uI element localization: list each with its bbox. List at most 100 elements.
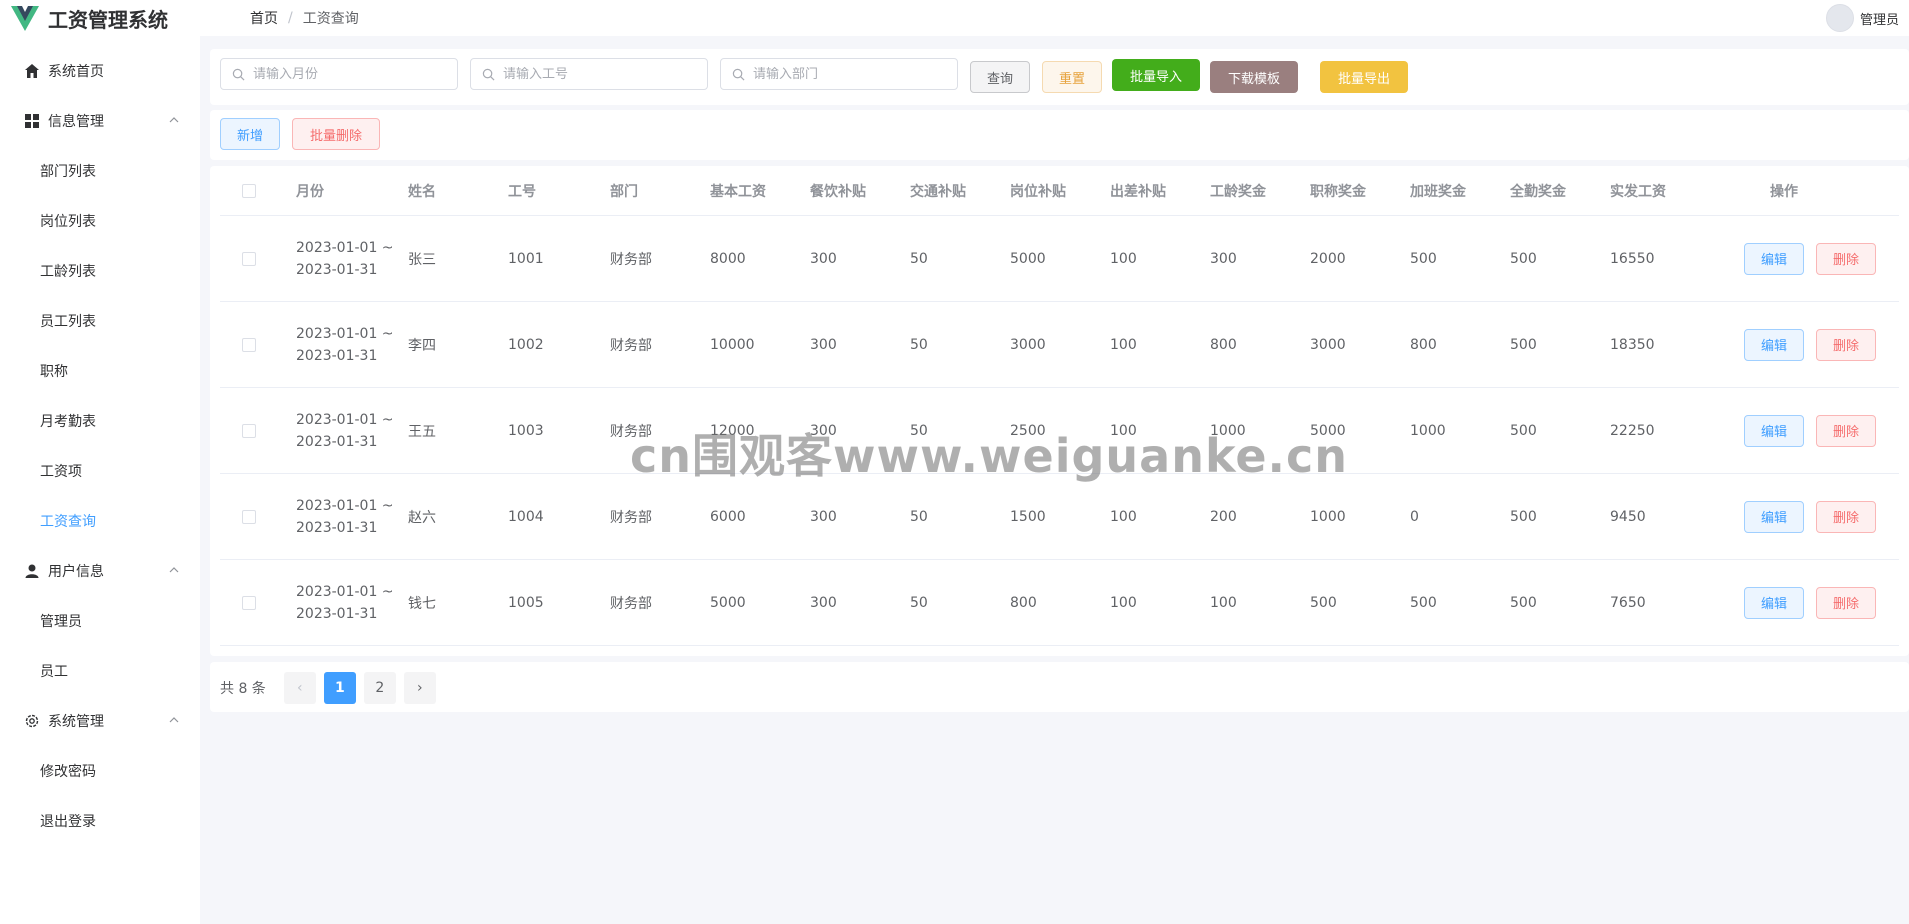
top-header: 工资管理系统 首页 / 工资查询 管理员 [0,0,1909,36]
cell-name: 张三 [408,251,436,268]
sidebar-item-salary-items[interactable]: 工资项 [0,446,200,496]
sidebar-item-logout[interactable]: 退出登录 [0,796,200,846]
edit-button[interactable]: 编辑 [1744,328,1804,361]
row-checkbox[interactable] [242,509,256,524]
cell-month: 2023-01-01 ~ 2023-01-31 [296,497,394,536]
sidebar-item-change-password[interactable]: 修改密码 [0,746,200,796]
row-checkbox-cell[interactable] [242,560,256,645]
cell-dept: 财务部 [610,337,652,354]
delete-button[interactable]: 删除 [1816,586,1876,619]
cell-trip-allowance: 100 [1110,422,1137,439]
sidebar-item-employee-list[interactable]: 员工列表 [0,296,200,346]
sidebar-item-seniority-list[interactable]: 工龄列表 [0,246,200,296]
table-row: 2023-01-01 ~ 2023-01-31 张三 1001 财务部 8000 300 5… [220,216,1899,302]
row-checkbox[interactable] [242,251,256,266]
cell-seniority-bonus: 300 [1210,250,1237,267]
sidebar-item-staff[interactable]: 员工 [0,646,200,696]
cell-post-allowance: 1500 [1010,508,1046,525]
empno-search-field[interactable] [470,58,708,90]
delete-button[interactable]: 删除 [1816,500,1876,533]
cell-traffic-allowance: 50 [910,336,928,353]
sidebar-item-dept-list[interactable]: 部门列表 [0,146,200,196]
header-dept: 部门 [610,183,638,200]
cell-net-salary: 9450 [1610,508,1646,525]
user-icon [25,564,39,578]
month-search-field[interactable] [220,58,458,90]
cell-seniority-bonus: 800 [1210,336,1237,353]
delete-button[interactable]: 删除 [1816,328,1876,361]
month-search-input[interactable] [253,66,443,82]
cell-basic-salary: 10000 [710,336,755,353]
prev-page-button[interactable]: ‹ [283,672,316,704]
empno-search-input[interactable] [503,66,693,82]
reset-button[interactable]: 重置 [1042,61,1102,93]
page-2-button[interactable]: 2 [363,672,396,704]
batch-delete-button[interactable]: 批量删除 [292,118,380,150]
cell-net-salary: 16550 [1610,250,1655,267]
cell-basic-salary: 12000 [710,422,755,439]
row-checkbox-cell[interactable] [242,474,256,559]
sidebar-item-home[interactable]: 系统首页 [0,46,200,96]
edit-button[interactable]: 编辑 [1744,586,1804,619]
cell-overtime-bonus: 0 [1410,508,1419,525]
delete-button[interactable]: 删除 [1816,242,1876,275]
action-bar: 新增 批量删除 [210,110,1909,160]
batch-import-button[interactable]: 批量导入 [1112,59,1200,91]
sidebar-group-user[interactable]: 用户信息 [0,546,200,596]
sidebar-group-label: 信息管理 [48,114,104,130]
cell-attendance-bonus: 500 [1510,594,1537,611]
row-checkbox[interactable] [242,337,256,352]
query-button[interactable]: 查询 [970,61,1030,93]
user-menu[interactable]: 管理员 [1825,4,1899,32]
edit-button[interactable]: 编辑 [1744,242,1804,275]
home-icon [25,64,39,78]
row-actions: 编辑 删除 [1744,474,1888,559]
cell-basic-salary: 6000 [710,508,746,525]
row-checkbox[interactable] [242,595,256,610]
row-checkbox-cell[interactable] [242,388,256,473]
cell-title-bonus: 2000 [1310,250,1346,267]
header-operation: 操作 [1770,183,1798,200]
cell-empno: 1005 [508,594,544,611]
cell-basic-salary: 8000 [710,250,746,267]
select-all-checkbox-cell[interactable] [242,166,256,215]
cell-overtime-bonus: 1000 [1410,422,1446,439]
sidebar-item-post-list[interactable]: 岗位列表 [0,196,200,246]
select-all-checkbox[interactable] [242,183,256,198]
next-page-button[interactable]: › [403,672,436,704]
sidebar-item-title[interactable]: 职称 [0,346,200,396]
cell-dept: 财务部 [610,509,652,526]
dept-search-field[interactable] [720,58,958,90]
user-name: 管理员 [1859,12,1899,28]
cell-seniority-bonus: 100 [1210,594,1237,611]
total-count: 共 8 条 [220,681,266,697]
download-template-button[interactable]: 下载模板 [1210,61,1298,93]
avatar[interactable] [1825,4,1854,32]
sidebar-group-system[interactable]: 系统管理 [0,696,200,746]
cell-title-bonus: 3000 [1310,336,1346,353]
dept-search-input[interactable] [753,66,943,82]
batch-export-button[interactable]: 批量导出 [1320,61,1408,93]
edit-button[interactable]: 编辑 [1744,414,1804,447]
add-button[interactable]: 新增 [220,118,280,150]
cell-overtime-bonus: 500 [1410,594,1437,611]
edit-button[interactable]: 编辑 [1744,500,1804,533]
row-checkbox-cell[interactable] [242,302,256,387]
pagination-bar: 共 8 条 ‹ 1 2 › [210,662,1909,712]
sidebar-item-attendance[interactable]: 月考勤表 [0,396,200,446]
page-1-button[interactable]: 1 [323,672,356,704]
cell-traffic-allowance: 50 [910,422,928,439]
chevron-up-icon [169,567,179,573]
breadcrumb-current: 工资查询 [302,11,359,27]
breadcrumb-home[interactable]: 首页 [250,8,278,28]
gear-icon [25,714,39,728]
cell-dept: 财务部 [610,251,652,268]
logo[interactable]: 工资管理系统 [0,3,245,33]
sidebar-item-salary-query[interactable]: 工资查询 [0,496,200,546]
delete-button[interactable]: 删除 [1816,414,1876,447]
cell-name: 赵六 [408,509,436,526]
row-checkbox-cell[interactable] [242,216,256,301]
row-checkbox[interactable] [242,423,256,438]
sidebar-item-admin[interactable]: 管理员 [0,596,200,646]
sidebar-group-info[interactable]: 信息管理 [0,96,200,146]
